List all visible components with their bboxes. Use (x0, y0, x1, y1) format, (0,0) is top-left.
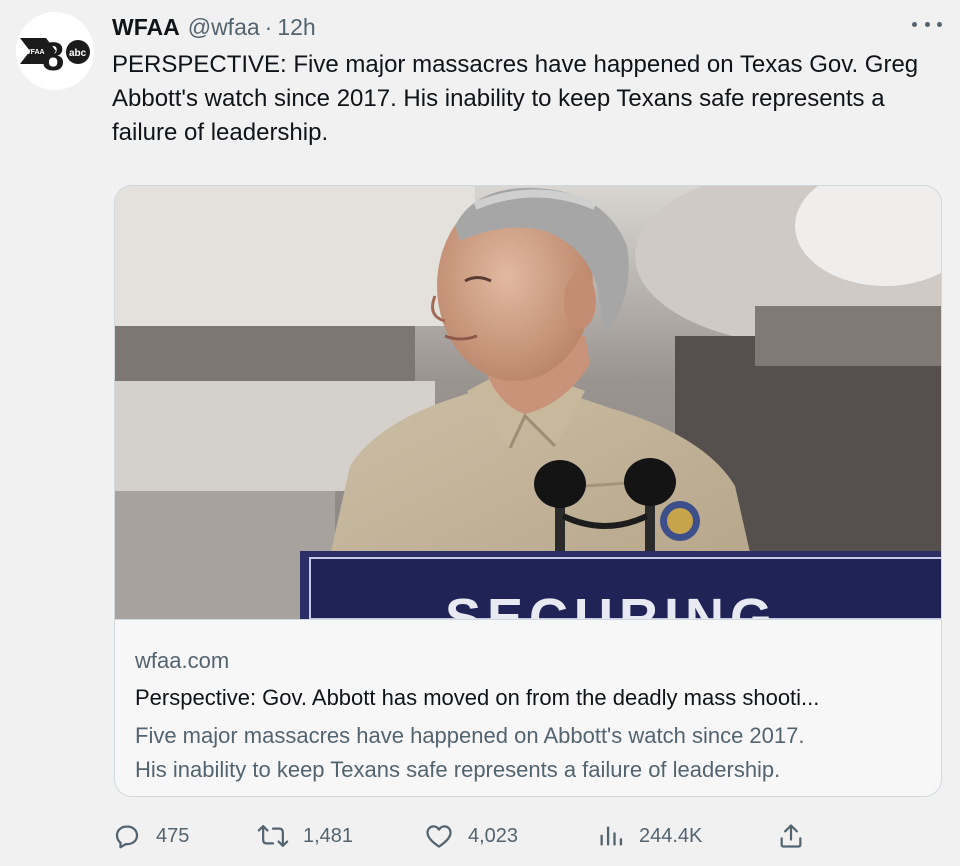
retweet-arrows-icon (257, 825, 289, 847)
header-separator: · (264, 14, 273, 40)
like-count: 4,023 (468, 824, 519, 847)
action-bar: 475 1,481 4,023 244.4K (112, 818, 812, 854)
retweet-count: 1,481 (303, 824, 354, 847)
ellipsis-icon (912, 21, 917, 27)
card-image: SECURING (115, 186, 941, 619)
card-description: Five major massacres have happened on Ab… (135, 719, 925, 787)
avatar[interactable]: WFAA 8 abc (16, 12, 94, 90)
card-footer: wfaa.com Perspective: Gov. Abbott has mo… (115, 619, 941, 796)
author-name[interactable]: WFAA (112, 13, 180, 41)
tweet-text-line: PERSPECTIVE: Five major massacres have h… (112, 51, 919, 78)
card-description-line: His inability to keep Texans safe repres… (135, 757, 781, 782)
more-options-button[interactable] (912, 12, 942, 36)
ellipsis-dot (937, 21, 942, 27)
ellipsis-dot (924, 21, 930, 27)
author-handle[interactable]: @wfaa (188, 13, 260, 41)
tweet-text-line: Abbott's watch since 2017. His inability… (112, 85, 885, 112)
share-button[interactable] (777, 818, 805, 854)
speech-bubble-icon (115, 825, 139, 849)
like-button[interactable]: 4,023 (424, 818, 518, 854)
abbott-photo: SECURING (115, 186, 941, 619)
svg-text:8: 8 (42, 35, 64, 79)
tweet: WFAA 8 abc WFAA @wfaa · 12h PERSPECTIVE:… (0, 0, 960, 866)
view-count: 244.4K (639, 824, 703, 847)
podium-sign-text: SECURING (445, 588, 778, 619)
heart-icon (426, 825, 452, 848)
link-preview-card[interactable]: SECURING wfaa.com Perspective: Gov. Abbo… (114, 185, 942, 797)
tweet-text: PERSPECTIVE: Five major massacres have h… (112, 48, 942, 150)
tweet-timestamp[interactable]: 12h (277, 13, 315, 41)
bar-chart-icon (600, 826, 623, 846)
tweet-header: WFAA @wfaa · 12h (112, 13, 316, 41)
share-upload-icon (780, 824, 802, 848)
card-description-line: Five major massacres have happened on Ab… (135, 723, 805, 748)
wfaa-logo-icon: WFAA 8 abc (16, 12, 94, 90)
reply-button[interactable]: 475 (112, 818, 189, 854)
reply-count: 475 (156, 824, 190, 847)
views-button[interactable]: 244.4K (597, 818, 702, 854)
retweet-button[interactable]: 1,481 (257, 818, 353, 854)
tweet-text-line: failure of leadership. (112, 119, 329, 146)
card-domain: wfaa.com (135, 648, 230, 673)
card-title: Perspective: Gov. Abbott has moved on fr… (135, 685, 820, 710)
svg-text:abc: abc (69, 48, 87, 59)
